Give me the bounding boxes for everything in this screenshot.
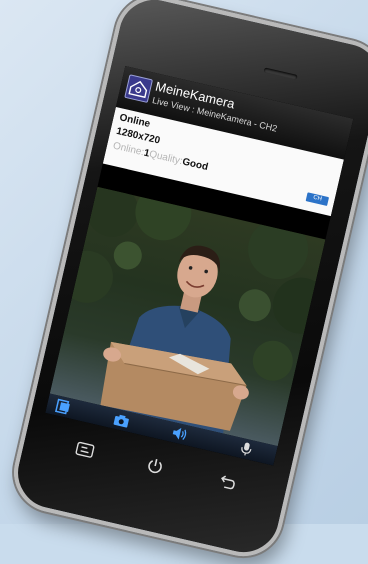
microphone-icon[interactable] xyxy=(237,440,256,457)
gallery-icon[interactable] xyxy=(54,398,73,415)
speaker-icon[interactable] xyxy=(171,425,190,442)
quality-value: Good xyxy=(181,156,210,174)
earpiece xyxy=(263,67,298,80)
app-logo-icon xyxy=(124,74,153,104)
quality-line: Online:1Quality:Good xyxy=(112,140,209,173)
camera-icon[interactable] xyxy=(112,412,131,429)
quality-label: Quality: xyxy=(148,148,184,168)
power-icon[interactable] xyxy=(143,455,166,481)
channel-badge[interactable]: CH xyxy=(305,192,330,207)
back-icon[interactable] xyxy=(216,474,238,497)
menu-icon[interactable] xyxy=(74,441,96,464)
online-label: Online: xyxy=(111,140,146,159)
